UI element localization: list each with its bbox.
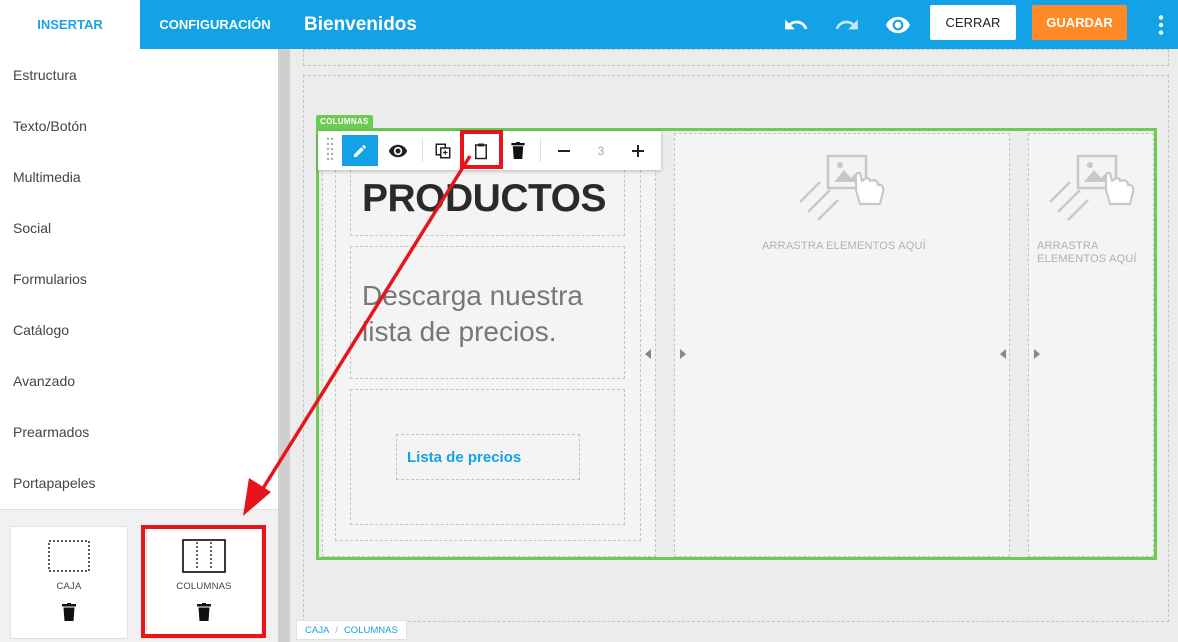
toolbar-divider: [422, 139, 423, 162]
box-icon: [48, 540, 90, 572]
more-vert-icon[interactable]: [1148, 12, 1174, 38]
paste-icon: [475, 143, 487, 159]
toolbar-divider: [540, 139, 541, 162]
menu-item-prearmados[interactable]: Prearmados: [0, 406, 278, 457]
column-count: 3: [597, 143, 605, 158]
insert-menu: Estructura Texto/Botón Multimedia Social…: [0, 49, 278, 508]
resize-right-arrow-icon[interactable]: [680, 349, 686, 359]
copy-to-clipboard-button[interactable]: [466, 135, 496, 166]
eye-icon[interactable]: [885, 12, 911, 38]
menu-item-catalogo[interactable]: Catálogo: [0, 304, 278, 355]
copy-icon: [435, 143, 451, 158]
columns-tag: COLUMNAS: [316, 115, 373, 128]
eye-icon: [388, 144, 408, 157]
plus-icon: [632, 144, 644, 157]
top-bar: Bienvenidos CERRAR GUARDAR: [290, 0, 1178, 49]
decrease-columns-button[interactable]: [550, 135, 578, 166]
drop-hint-column-2: ARRASTRA ELEMENTOS AQUÍ: [762, 240, 926, 252]
trash-icon[interactable]: [62, 603, 76, 621]
sidebar: INSERTAR CONFIGURACIÓN Estructura Texto/…: [0, 0, 290, 642]
minus-icon: [558, 149, 570, 152]
price-list-button[interactable]: Lista de precios: [396, 434, 580, 480]
image-drop-icon: [1049, 154, 1135, 221]
menu-item-multimedia[interactable]: Multimedia: [0, 151, 278, 202]
resize-left-arrow-icon[interactable]: [1000, 349, 1006, 359]
sidebar-tabs: INSERTAR CONFIGURACIÓN: [0, 0, 290, 49]
card-label-columnas: COLUMNAS: [176, 581, 232, 592]
increase-columns-button[interactable]: [624, 135, 652, 166]
menu-item-estructura[interactable]: Estructura: [0, 49, 278, 100]
breadcrumb-caja[interactable]: CAJA: [305, 625, 329, 636]
redo-icon[interactable]: [834, 12, 860, 38]
drop-hint-line-1: ARRASTRA: [1037, 240, 1099, 252]
clipboard-panel: CAJA COLUMNAS: [0, 509, 278, 642]
close-button[interactable]: CERRAR: [930, 5, 1016, 40]
page-title: Bienvenidos: [304, 13, 417, 35]
menu-item-portapapeles[interactable]: Portapapeles: [0, 457, 278, 508]
clipboard-card-caja[interactable]: CAJA: [10, 526, 128, 639]
edit-button[interactable]: [342, 135, 378, 166]
columns-icon: [182, 539, 226, 573]
save-button[interactable]: GUARDAR: [1032, 5, 1127, 40]
resize-left-arrow-icon[interactable]: [645, 349, 651, 359]
image-drop-icon: [799, 154, 885, 221]
drop-hint-line-2: ELEMENTOS AQUÍ: [1037, 253, 1137, 265]
section-top: [303, 49, 1169, 66]
trash-icon[interactable]: [197, 603, 211, 621]
menu-item-social[interactable]: Social: [0, 202, 278, 253]
card-label-caja: CAJA: [56, 581, 82, 592]
tab-configuracion[interactable]: CONFIGURACIÓN: [140, 0, 290, 49]
breadcrumb: CAJA / COLUMNAS: [296, 620, 407, 640]
drop-hint-column-3: ARRASTRA ELEMENTOS AQUÍ: [1037, 240, 1137, 266]
breadcrumb-separator: /: [335, 624, 338, 636]
breadcrumb-columnas[interactable]: COLUMNAS: [344, 625, 398, 636]
menu-item-formularios[interactable]: Formularios: [0, 253, 278, 304]
clipboard-card-columnas[interactable]: COLUMNAS: [146, 526, 262, 639]
menu-item-texto-boton[interactable]: Texto/Botón: [0, 100, 278, 151]
sidebar-scrollbar[interactable]: [278, 49, 290, 642]
resize-right-arrow-icon[interactable]: [1034, 349, 1040, 359]
undo-icon[interactable]: [783, 12, 809, 38]
preview-button[interactable]: [382, 135, 414, 166]
block-toolbar: 3: [318, 131, 661, 170]
pencil-icon: [354, 144, 367, 157]
tab-insertar[interactable]: INSERTAR: [0, 0, 140, 49]
delete-button[interactable]: [504, 135, 532, 166]
body-text: Descarga nuestra lista de precios.: [362, 280, 584, 347]
duplicate-button[interactable]: [428, 135, 458, 166]
menu-item-avanzado[interactable]: Avanzado: [0, 355, 278, 406]
trash-icon: [511, 142, 525, 159]
heading-text: PRODUCTOS: [362, 177, 606, 220]
drag-handle-icon[interactable]: [326, 137, 334, 164]
